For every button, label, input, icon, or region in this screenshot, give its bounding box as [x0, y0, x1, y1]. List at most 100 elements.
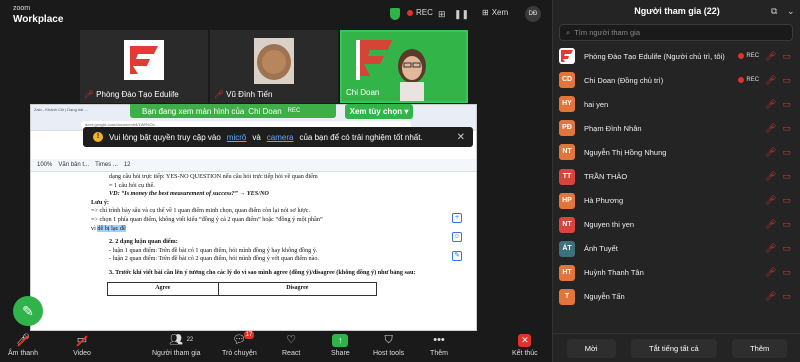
participant-row[interactable]: PĐ Phạm Đình Nhân 🎤︎ ▭	[553, 116, 800, 140]
participant-row[interactable]: TT TRẦN THẢO 🎤︎ ▭	[553, 164, 800, 188]
video-off-icon[interactable]: ▭	[782, 267, 791, 278]
audio-label: Âm thanh	[8, 350, 38, 357]
sharing-rec-label: REC	[287, 108, 301, 114]
end-meeting-button[interactable]: ✕ Kết thúc	[512, 334, 538, 357]
doc-font: Times ...	[95, 162, 118, 168]
search-input[interactable]: ⌕ Tìm người tham gia	[559, 24, 793, 41]
audio-button[interactable]: 🎤︎ Âm thanh	[8, 334, 38, 357]
sharing-banner: Bạn đang xem màn hình của Chi Doan REC	[130, 104, 336, 118]
doc-line: => chỉ trình bày sâu và cụ thể về 1 quan…	[91, 207, 310, 215]
video-off-icon[interactable]: ▭	[782, 147, 791, 158]
doc-zoom: 100%	[37, 162, 53, 168]
view-button[interactable]: ⊞ Xem	[482, 8, 508, 17]
react-button[interactable]: ♡ React	[282, 334, 300, 357]
video-tile[interactable]: 🎤︎ Vũ Đình Tiến	[210, 30, 338, 103]
chat-button[interactable]: 💬︎ 17 Trò chuyện	[222, 331, 257, 357]
panel-footer: Mời Tắt tiếng tất cả Thêm	[553, 333, 800, 362]
pause-icon[interactable]: ❚❚	[454, 9, 469, 20]
doc-line: 2. 2 dạng luận quan điểm:	[109, 238, 178, 246]
doc-toolbar: 100% Văn bản t... Times ... 12	[31, 159, 476, 172]
participant-status: 🎤︎ ▭	[765, 123, 791, 134]
participant-name: Huỳnh Thanh Tân	[584, 268, 644, 278]
mic-link[interactable]: micrô	[227, 133, 247, 142]
search-icon: ⌕	[566, 27, 571, 37]
host-tools-button[interactable]: ⛉ Host tools	[373, 334, 404, 357]
panel-more-button[interactable]: Thêm	[732, 338, 788, 358]
tile-name-label: Chi Doan	[346, 88, 380, 97]
edulife-logo-icon	[561, 50, 573, 63]
suggest-edit-icon[interactable]: ✎	[452, 251, 462, 261]
video-off-icon[interactable]: ▭	[782, 123, 791, 134]
video-tile-active-speaker[interactable]: Chi Doan	[340, 30, 468, 103]
avatar[interactable]: DĐ	[525, 6, 541, 22]
avatar: CD	[559, 72, 575, 89]
mic-off-icon[interactable]: 🎤︎	[765, 51, 776, 62]
camera-link[interactable]: camera	[267, 133, 294, 142]
participant-name: Nguyễn Thị Hồng Nhung	[584, 147, 667, 157]
participant-row[interactable]: NT Nguyễn Thị Hồng Nhung 🎤︎ ▭	[553, 140, 800, 164]
video-off-icon[interactable]: ▭	[782, 171, 791, 182]
tile-name: 🎤︎ Phòng Đào Tạo Edulife	[84, 90, 179, 99]
participant-row[interactable]: Phòng Đào Tạo Edulife (Người chủ trì, tô…	[553, 44, 800, 68]
doc-line: - luận 2 quan điểm: Trên đề bài có 2 qua…	[109, 255, 320, 263]
mic-off-icon[interactable]: 🎤︎	[765, 219, 776, 230]
participant-name: Chi Doan (Đồng chủ trì)	[584, 75, 664, 85]
video-off-icon[interactable]: ▭	[782, 99, 791, 110]
participant-row[interactable]: HY hai yen 🎤︎ ▭	[553, 92, 800, 116]
video-off-icon[interactable]: ▭	[782, 243, 791, 254]
mic-off-icon[interactable]: 🎤︎	[765, 147, 776, 158]
participant-status: 🎤︎ ▭	[765, 243, 791, 254]
video-off-icon[interactable]: ▭	[782, 291, 791, 302]
emoji-icon[interactable]: ☺	[452, 232, 462, 242]
grid-icon[interactable]: ⊞	[438, 9, 446, 20]
share-button[interactable]: ↑ Share	[331, 334, 350, 357]
video-off-icon[interactable]: ▭	[782, 75, 791, 86]
mic-off-icon[interactable]: 🎤︎	[765, 99, 776, 110]
participant-row[interactable]: T Nguyễn Tấn 🎤︎ ▭	[553, 285, 800, 309]
participant-status: 🎤︎ ▭	[765, 291, 791, 302]
popout-icon[interactable]: ⧉	[771, 6, 777, 17]
zoom-meeting-window: zoom Workplace REC ⊞ ❚❚ ⊞ Xem DĐ 🎤︎ Phòng …	[0, 0, 800, 362]
minimize-icon[interactable]: ⌄	[787, 6, 795, 17]
security-shield-icon[interactable]	[390, 8, 400, 20]
mic-off-icon[interactable]: 🎤︎	[765, 267, 776, 278]
participant-status: 🎤︎ ▭	[765, 195, 791, 206]
mic-off-icon[interactable]: 🎤︎	[765, 171, 776, 182]
mute-all-button[interactable]: Tắt tiếng tất cả	[631, 338, 717, 358]
mic-off-icon[interactable]: 🎤︎	[765, 243, 776, 254]
avatar: ÁT	[559, 240, 575, 257]
video-button[interactable]: ▭ Video	[73, 334, 91, 357]
participant-row[interactable]: NT Nguyen thi yen 🎤︎ ▭	[553, 213, 800, 237]
doc-line: vì dễ bị lạc đề	[91, 224, 441, 234]
mic-off-icon[interactable]: 🎤︎	[765, 123, 776, 134]
tile-name: Chi Doan	[346, 88, 379, 97]
video-tile[interactable]: 🎤︎ Phòng Đào Tạo Edulife	[80, 30, 208, 103]
annotate-pencil-icon[interactable]: ✎	[13, 296, 43, 326]
mic-off-icon[interactable]: 🎤︎	[765, 195, 776, 206]
video-off-icon[interactable]: ▭	[782, 219, 791, 230]
participant-name: Ánh Tuyết	[584, 244, 618, 254]
mic-off-icon[interactable]: 🎤︎	[765, 75, 776, 86]
participant-row[interactable]: HP Hà Phương 🎤︎ ▭	[553, 189, 800, 213]
more-button[interactable]: ••• Thêm	[430, 334, 448, 357]
mic-off-icon[interactable]: 🎤︎	[765, 291, 776, 302]
more-label: Thêm	[430, 350, 448, 357]
video-off-icon[interactable]: ▭	[782, 195, 791, 206]
presenter-name: Chi Doan	[248, 106, 282, 116]
chat-badge: 17	[243, 331, 255, 339]
participant-row[interactable]: CD Chi Doan (Đồng chủ trì) REC 🎤︎ ▭	[553, 68, 800, 92]
toast-text: và	[252, 132, 261, 142]
close-icon[interactable]: ✕	[457, 132, 465, 143]
table-header: Disagree	[217, 281, 378, 296]
video-off-icon[interactable]: ▭	[782, 51, 791, 62]
participant-row[interactable]: HT Huỳnh Thanh Tân 🎤︎ ▭	[553, 261, 800, 285]
recording-indicator[interactable]: REC	[407, 8, 433, 17]
view-options-button[interactable]: Xem tùy chọn ▾	[345, 104, 413, 119]
invite-button[interactable]: Mời	[566, 338, 616, 358]
share-label: Share	[331, 350, 350, 357]
participants-button[interactable]: 👥︎ 22 Người tham gia	[152, 334, 201, 357]
avatar: HY	[559, 96, 575, 113]
add-comment-icon[interactable]: +	[452, 213, 462, 223]
participant-row[interactable]: ÁT Ánh Tuyết 🎤︎ ▭	[553, 237, 800, 261]
search-placeholder: Tìm người tham gia	[574, 28, 640, 37]
